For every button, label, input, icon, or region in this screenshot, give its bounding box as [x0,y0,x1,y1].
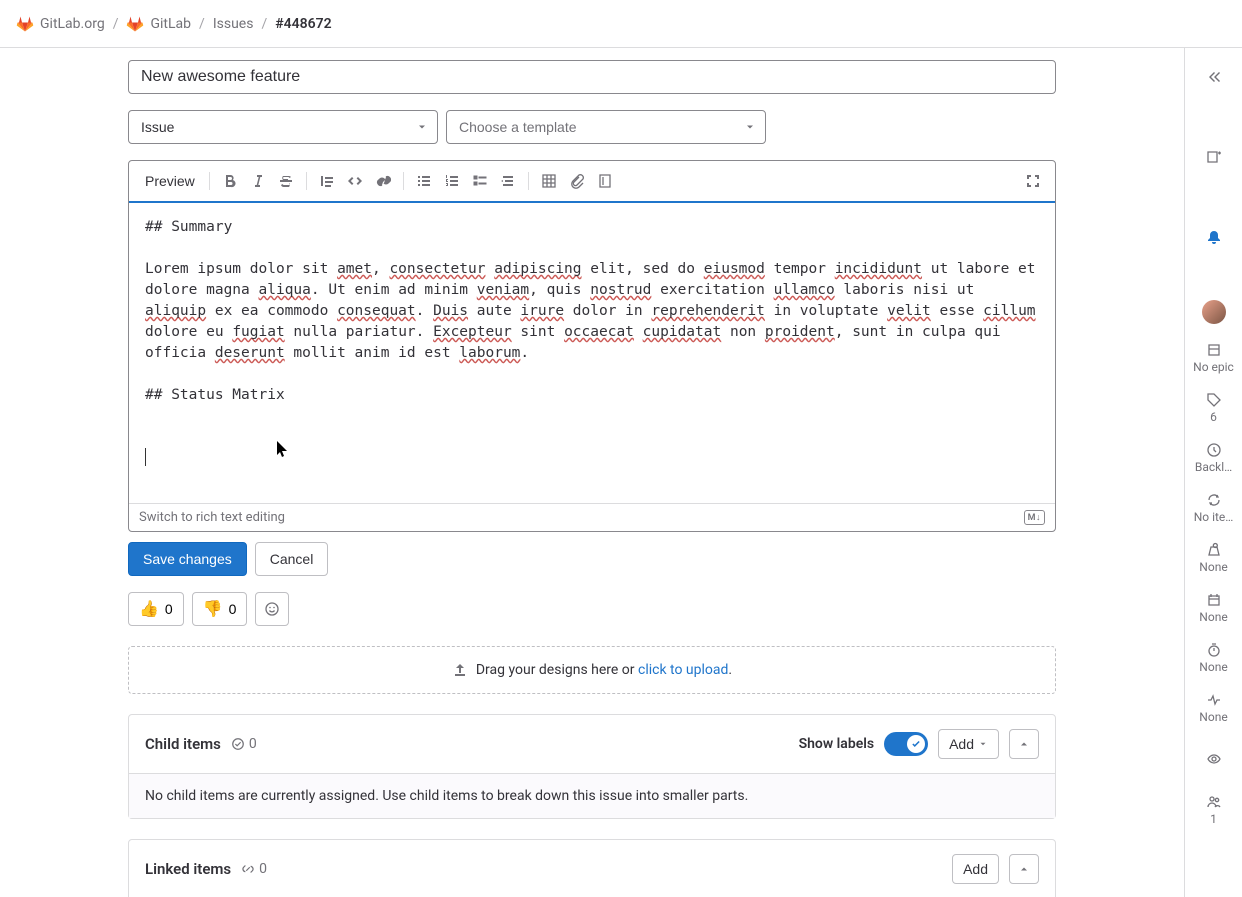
assignee-sidebar[interactable] [1185,300,1242,324]
users-icon [1206,794,1222,810]
add-reaction-button[interactable] [255,592,289,626]
bullet-list-button[interactable] [410,167,438,195]
issue-type-select-button[interactable]: Issue [128,110,438,144]
quick-action-button[interactable] [591,167,619,195]
editor-footer: Switch to rich text editing M↓ [129,503,1055,531]
chevron-up-icon [1018,738,1030,750]
description-textarea[interactable]: ## Summary Lorem ipsum dolor sit amet, c… [129,203,1055,503]
attach-button[interactable] [563,167,591,195]
cancel-button[interactable]: Cancel [255,542,329,576]
thumbs-down-button[interactable]: 👎 0 [192,592,248,626]
todo-add-icon [1206,149,1222,165]
markdown-badge[interactable]: M↓ [1024,510,1045,525]
switch-rich-text-link[interactable]: Switch to rich text editing [139,510,285,525]
collapse-section-button[interactable] [494,167,522,195]
gitlab-icon [16,15,34,33]
show-labels-toggle[interactable] [884,732,928,756]
check-icon [911,739,921,749]
table-button[interactable] [535,167,563,195]
timer-icon [1206,642,1222,658]
linked-items-count: 0 [241,861,267,877]
add-todo-button[interactable] [1197,140,1231,174]
iteration-icon [1206,492,1222,508]
thumbs-up-button[interactable]: 👍 0 [128,592,184,626]
child-items-section: Child items 0 Show labels Add [128,714,1056,819]
breadcrumb-issues[interactable]: Issues [213,16,254,32]
italic-button[interactable] [244,167,272,195]
child-items-empty-text: No child items are currently assigned. U… [129,773,1055,818]
weight-icon [1206,542,1222,558]
editor-toolbar: Preview [129,161,1055,203]
strikethrough-button[interactable] [272,167,300,195]
breadcrumb-project[interactable]: GitLab [126,15,191,33]
avatar [1202,300,1226,324]
weight-sidebar[interactable]: None [1185,542,1242,574]
expand-sidebar-button[interactable] [1197,60,1231,94]
preview-tab[interactable]: Preview [137,169,203,193]
chevron-double-left-icon [1206,69,1222,85]
gitlab-icon [126,15,144,33]
notifications-button[interactable] [1197,220,1231,254]
child-items-title: Child items [145,735,221,753]
bell-icon [1206,229,1222,245]
time-tracking-sidebar[interactable]: None [1185,642,1242,674]
template-select-button[interactable]: Choose a template [446,110,766,144]
calendar-icon [1206,592,1222,608]
milestone-icon [1206,442,1222,458]
health-sidebar[interactable]: None [1185,692,1242,724]
task-list-button[interactable] [466,167,494,195]
confidentiality-sidebar[interactable] [1197,742,1231,776]
fullscreen-button[interactable] [1019,167,1047,195]
show-labels-label: Show labels [799,736,875,752]
thumbs-down-icon: 👎 [203,599,223,619]
save-changes-button[interactable]: Save changes [128,542,247,576]
code-button[interactable] [341,167,369,195]
breadcrumb-org[interactable]: GitLab.org [16,15,105,33]
description-editor: Preview [128,160,1056,532]
thumbs-up-icon: 👍 [139,599,159,619]
numbered-list-button[interactable] [438,167,466,195]
epic-icon [1206,342,1222,358]
text-cursor [145,448,146,466]
participants-sidebar[interactable]: 1 [1185,794,1242,826]
breadcrumb-issue-id[interactable]: #448672 [275,16,331,32]
mouse-pointer-icon [277,441,291,459]
labels-icon [1206,392,1222,408]
breadcrumb-separator: / [261,16,267,32]
add-child-item-button[interactable]: Add [938,729,999,759]
quote-button[interactable] [313,167,341,195]
chevron-up-icon [1018,863,1030,875]
chevron-down-icon [978,739,988,749]
iteration-sidebar[interactable]: No ite… [1185,492,1242,524]
design-dropzone[interactable]: Drag your designs here or click to uploa… [128,646,1056,694]
right-sidebar: No epic 6 Backl… No ite… None None None [1184,48,1242,897]
milestone-sidebar[interactable]: Backl… [1185,442,1242,474]
upload-icon [452,662,468,678]
due-date-sidebar[interactable]: None [1185,592,1242,624]
collapse-child-items-button[interactable] [1009,729,1039,759]
click-to-upload-link[interactable]: click to upload [638,662,728,678]
add-linked-item-button[interactable]: Add [952,854,999,884]
breadcrumb-bar: GitLab.org / GitLab / Issues / #448672 [0,0,1242,48]
issue-type-select[interactable]: Issue [128,110,438,144]
issue-title-input[interactable] [128,60,1056,94]
child-items-count: 0 [231,736,257,752]
link-icon [241,862,255,876]
template-select[interactable]: Choose a template [446,110,766,144]
bold-button[interactable] [216,167,244,195]
breadcrumb-separator: / [199,16,205,32]
epic-sidebar[interactable]: No epic [1185,342,1242,374]
collapse-linked-items-button[interactable] [1009,854,1039,884]
linked-items-section: Linked items 0 Add Link issues together … [128,839,1056,897]
link-button[interactable] [369,167,397,195]
issue-icon [231,737,245,751]
eye-icon [1206,751,1222,767]
labels-sidebar[interactable]: 6 [1185,392,1242,424]
health-icon [1206,692,1222,708]
linked-items-title: Linked items [145,860,231,878]
breadcrumb-separator: / [113,16,119,32]
smile-icon [264,601,280,617]
